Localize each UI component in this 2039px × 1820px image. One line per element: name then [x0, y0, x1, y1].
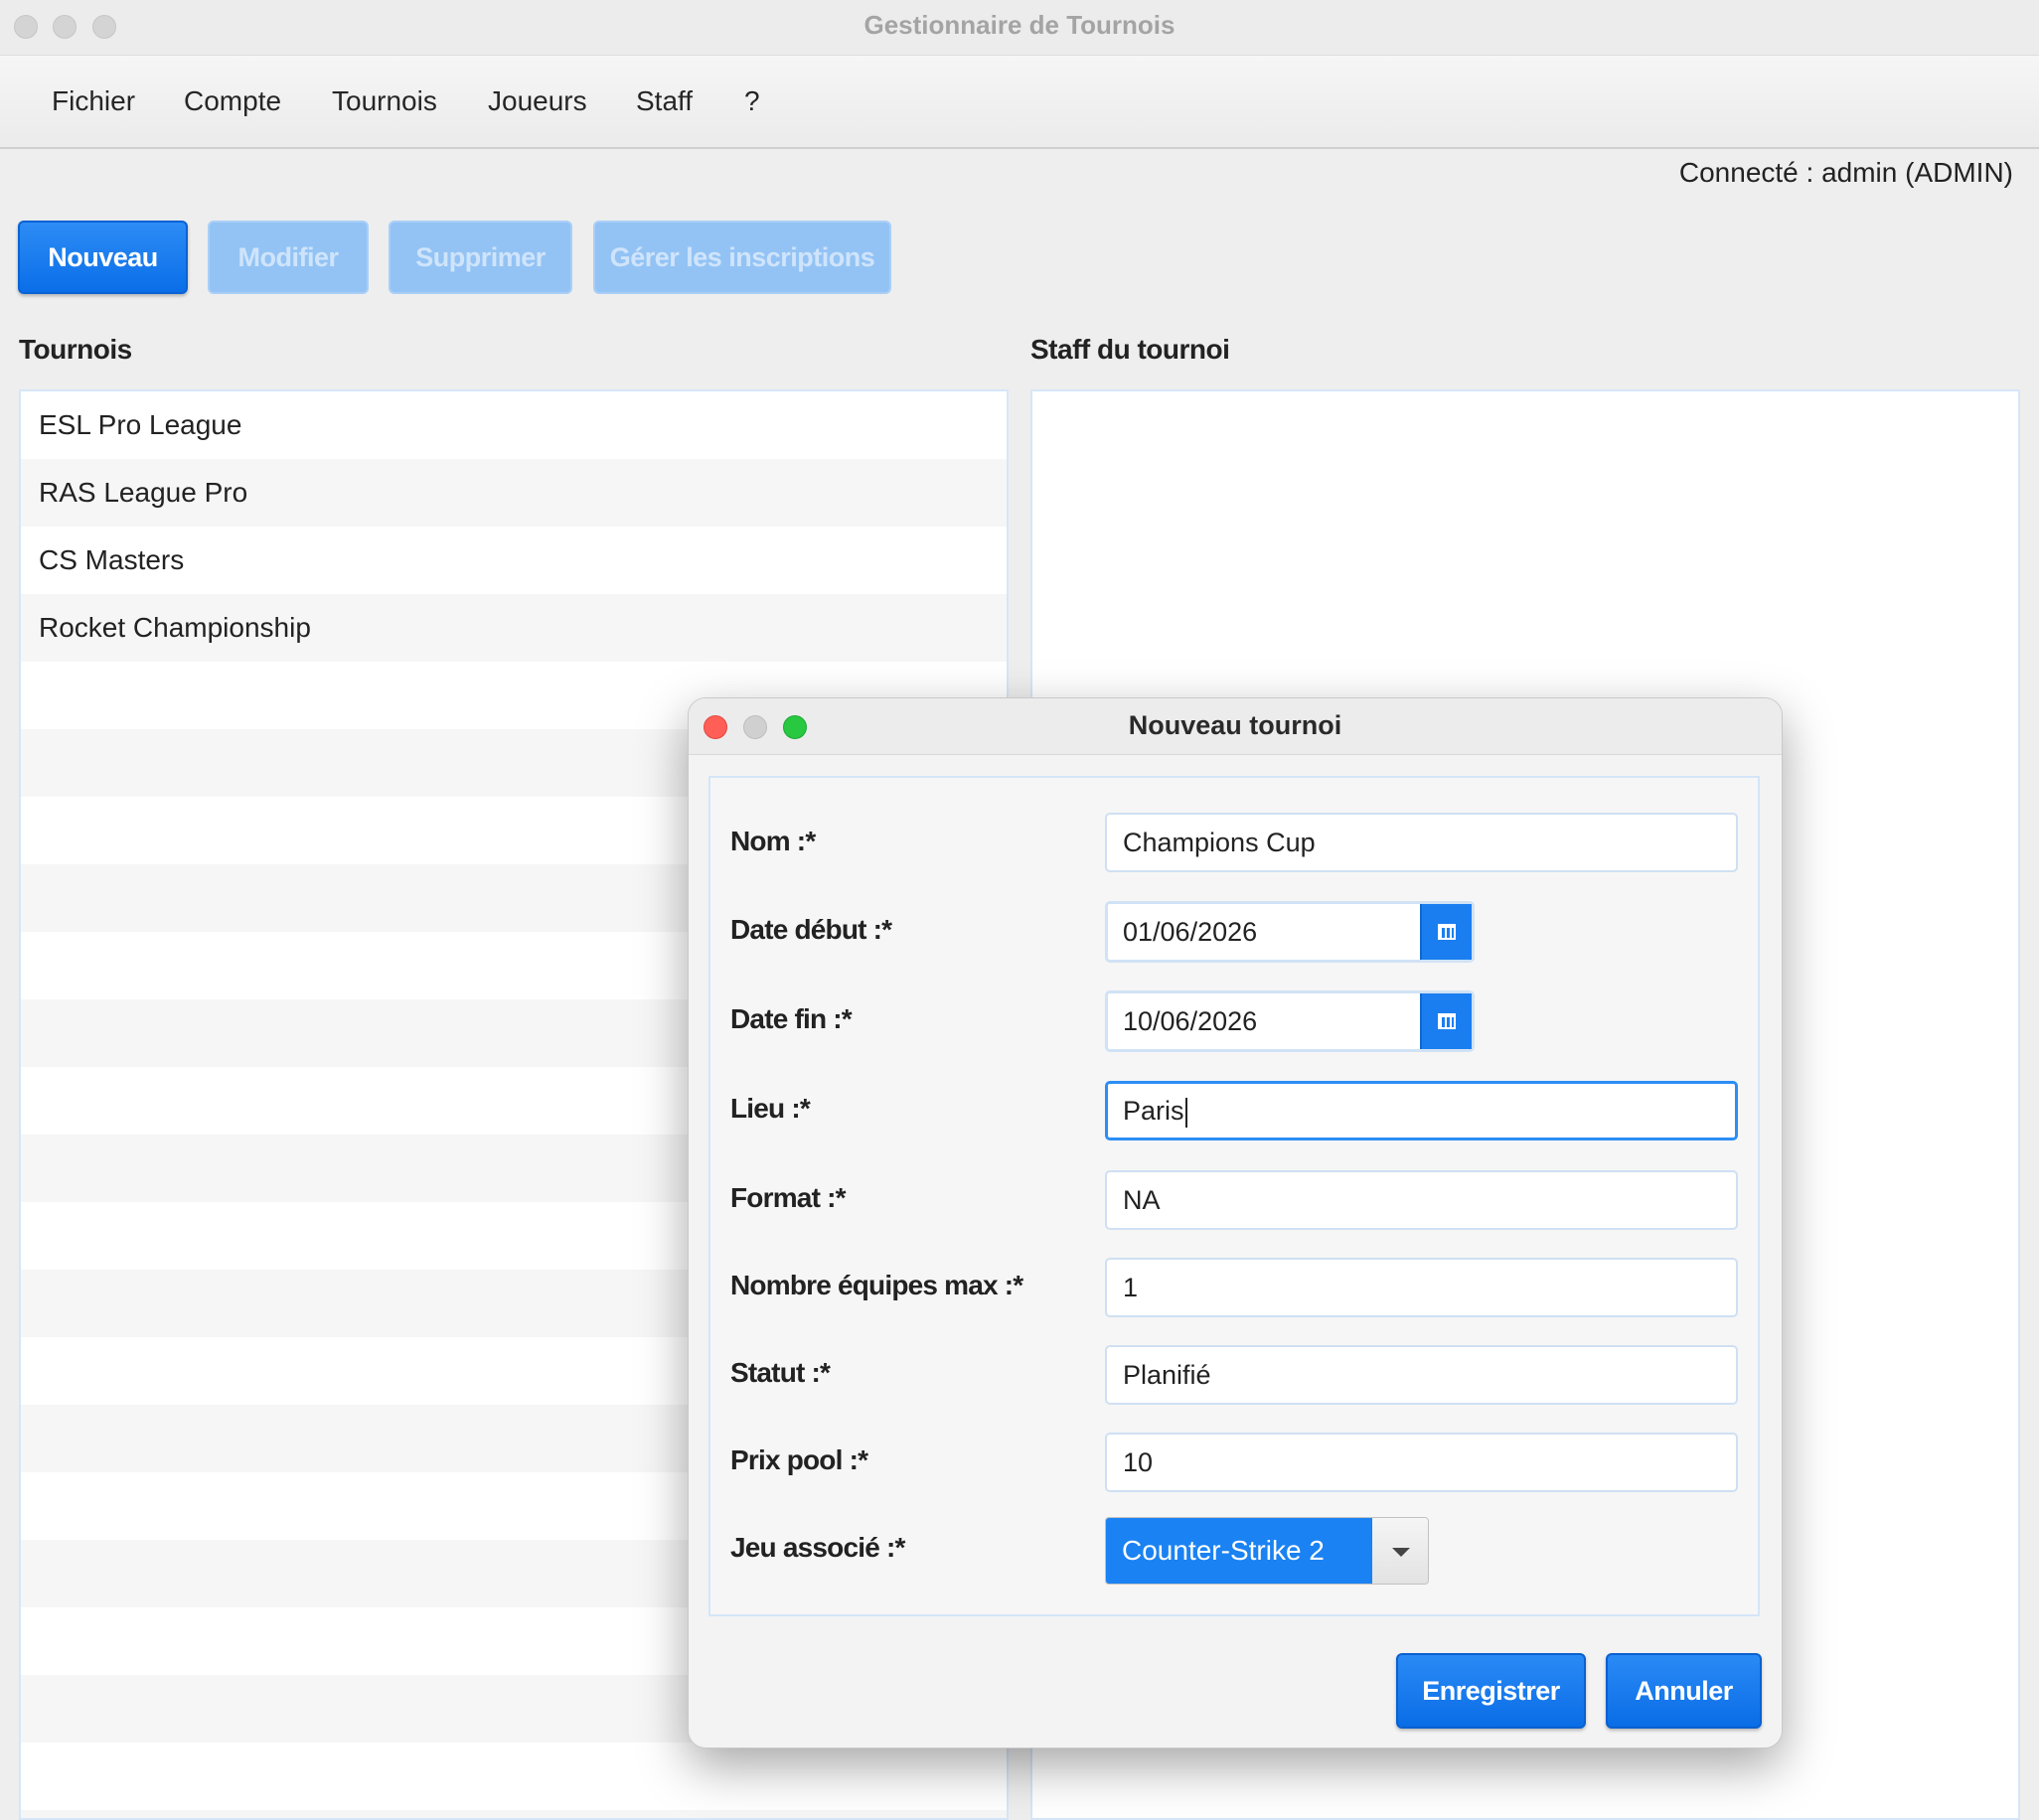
- format-field[interactable]: NA: [1105, 1170, 1738, 1230]
- nom-field[interactable]: Champions Cup: [1105, 813, 1738, 872]
- lieu-field[interactable]: Paris: [1105, 1081, 1738, 1140]
- menu-joueurs[interactable]: Joueurs: [488, 85, 587, 117]
- menu-help[interactable]: ?: [744, 85, 760, 117]
- jeu-dropdown-button[interactable]: [1372, 1518, 1428, 1584]
- jeu-label: Jeu associé :*: [730, 1532, 905, 1563]
- list-item[interactable]: Rocket Championship: [21, 594, 1007, 662]
- menu-tournois[interactable]: Tournois: [332, 85, 437, 117]
- menu-bar: Fichier Compte Tournois Joueurs Staff ?: [0, 56, 2039, 149]
- nom-label: Nom :*: [730, 826, 816, 856]
- chevron-down-icon: [1392, 1548, 1410, 1557]
- form-panel: Nom :* Champions Cup Date début :* 01/06…: [708, 776, 1760, 1616]
- menu-compte[interactable]: Compte: [184, 85, 281, 117]
- date-fin-label: Date fin :*: [730, 1003, 853, 1034]
- statut-label: Statut :*: [730, 1357, 831, 1388]
- date-fin-calendar-button[interactable]: [1420, 993, 1472, 1049]
- list-item[interactable]: CS Masters: [21, 527, 1007, 594]
- window-titlebar: Gestionnaire de Tournois: [0, 0, 2039, 56]
- menu-fichier[interactable]: Fichier: [52, 85, 135, 117]
- date-debut-picker[interactable]: 01/06/2026: [1105, 901, 1475, 963]
- date-debut-calendar-button[interactable]: [1420, 904, 1472, 960]
- list-item[interactable]: RAS League Pro: [21, 459, 1007, 527]
- nb-equipes-label: Nombre équipes max :*: [730, 1270, 1023, 1300]
- delete-button[interactable]: Supprimer: [389, 221, 572, 294]
- save-button[interactable]: Enregistrer: [1396, 1653, 1586, 1729]
- lieu-label: Lieu :*: [730, 1093, 811, 1124]
- tournois-heading: Tournois: [19, 334, 132, 365]
- cancel-button[interactable]: Annuler: [1606, 1653, 1762, 1729]
- prix-pool-label: Prix pool :*: [730, 1444, 868, 1475]
- prix-pool-field[interactable]: 10: [1105, 1433, 1738, 1492]
- lieu-value: Paris: [1123, 1096, 1184, 1126]
- date-debut-field[interactable]: 01/06/2026: [1123, 904, 1257, 960]
- calendar-icon: [1438, 924, 1456, 940]
- format-label: Format :*: [730, 1182, 847, 1213]
- empty-row: [21, 1743, 1007, 1810]
- jeu-selected-value[interactable]: Counter-Strike 2: [1106, 1518, 1373, 1584]
- date-fin-picker[interactable]: 10/06/2026: [1105, 990, 1475, 1052]
- date-debut-label: Date début :*: [730, 914, 892, 945]
- window-title: Gestionnaire de Tournois: [863, 10, 1176, 40]
- nb-equipes-field[interactable]: 1: [1105, 1258, 1738, 1317]
- menu-staff[interactable]: Staff: [636, 85, 693, 117]
- manage-registrations-button[interactable]: Gérer les inscriptions: [593, 221, 891, 294]
- statut-field[interactable]: Planifié: [1105, 1345, 1738, 1405]
- calendar-icon: [1438, 1013, 1456, 1029]
- dialog-titlebar: Nouveau tournoi: [689, 698, 1782, 755]
- connection-status: Connecté : admin (ADMIN): [1678, 157, 2013, 188]
- jeu-combobox[interactable]: Counter-Strike 2: [1105, 1517, 1429, 1585]
- dialog-title: Nouveau tournoi: [1128, 710, 1342, 740]
- new-tournament-dialog: Nouveau tournoi Nom :* Champions Cup Dat…: [688, 697, 1783, 1748]
- text-cursor: [1184, 1097, 1187, 1128]
- edit-button[interactable]: Modifier: [208, 221, 369, 294]
- new-button[interactable]: Nouveau: [18, 221, 188, 294]
- date-fin-field[interactable]: 10/06/2026: [1123, 993, 1257, 1049]
- list-item[interactable]: ESL Pro League: [21, 391, 1007, 459]
- staff-heading: Staff du tournoi: [1030, 334, 1230, 365]
